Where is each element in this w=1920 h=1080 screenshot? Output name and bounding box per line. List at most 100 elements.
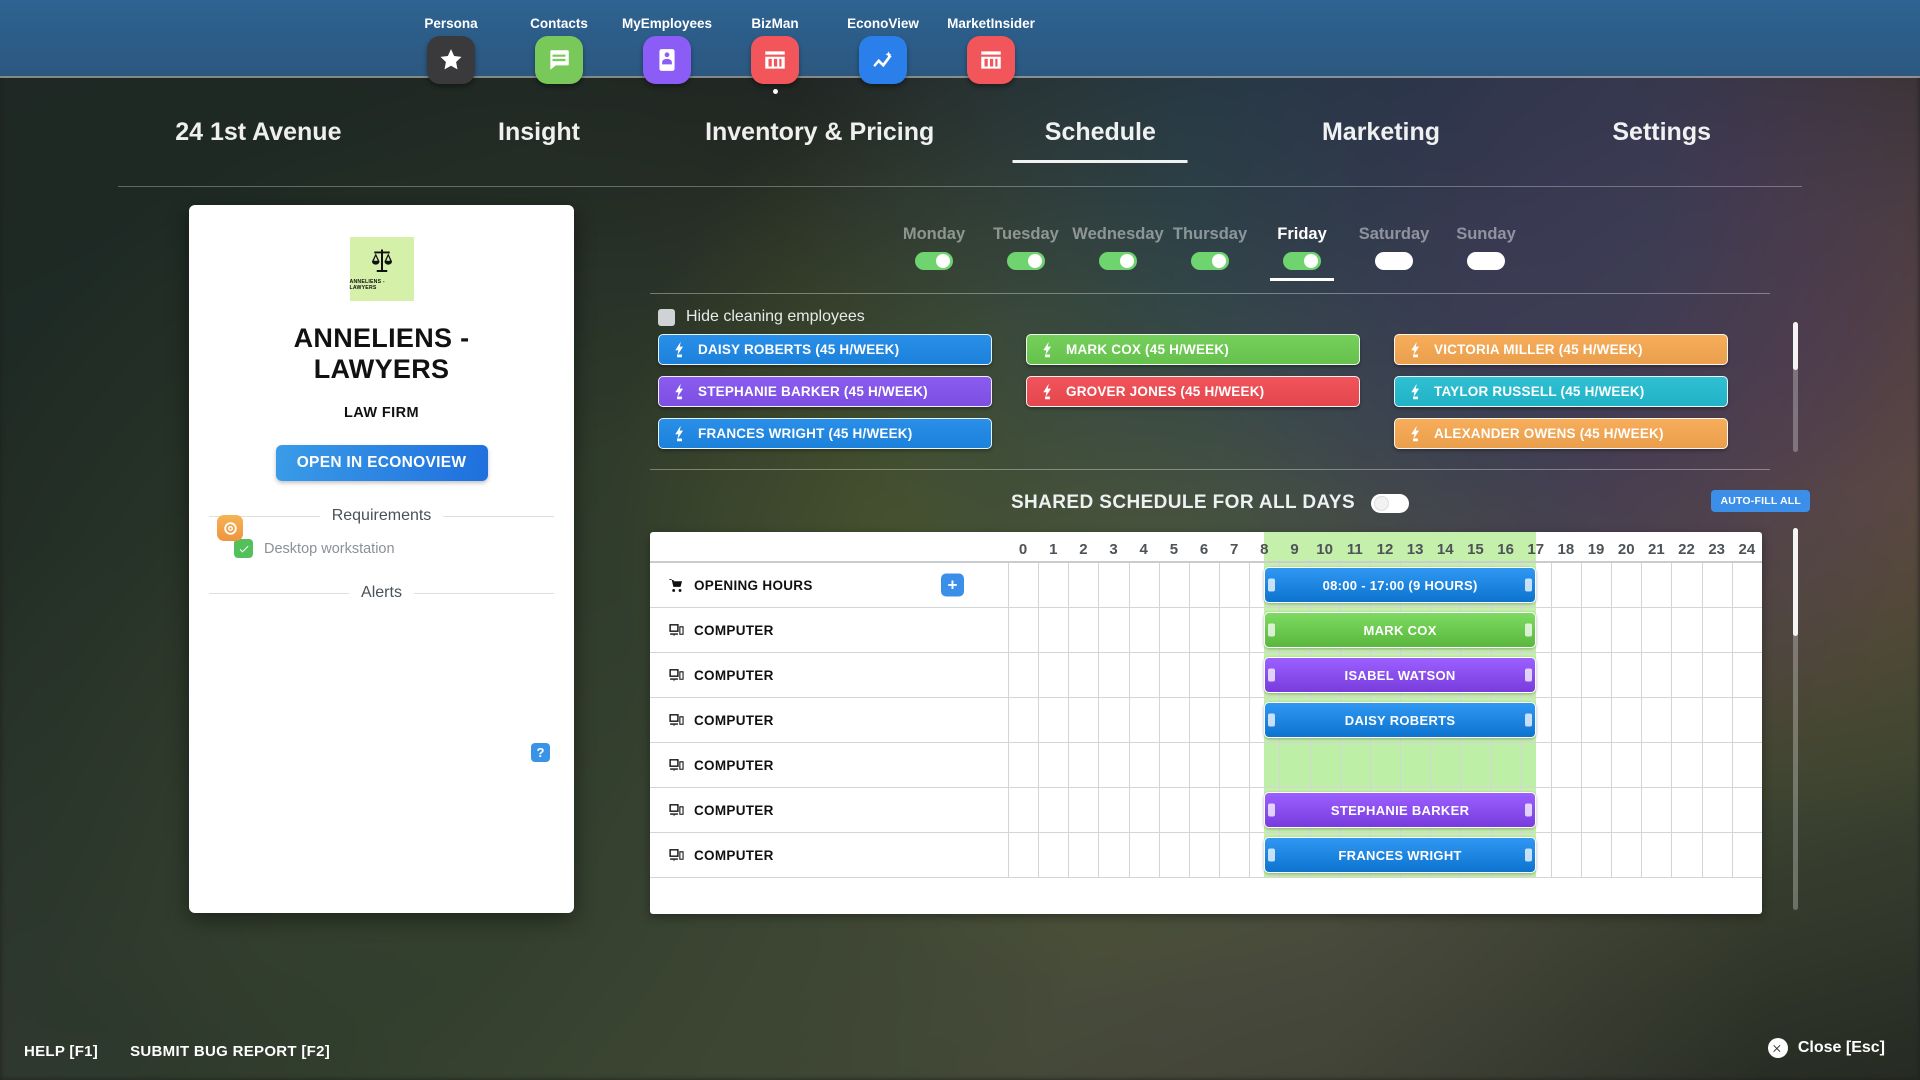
schedule-cell[interactable]: [1731, 833, 1762, 877]
schedule-cell[interactable]: [1611, 608, 1641, 652]
day-enabled-switch[interactable]: [1007, 252, 1045, 270]
day-toggle-thursday[interactable]: Thursday: [1164, 225, 1256, 281]
schedule-cell[interactable]: [1701, 698, 1732, 742]
schedule-cell[interactable]: [1098, 788, 1128, 832]
app-launcher-tile[interactable]: [859, 36, 907, 84]
schedule-cell[interactable]: [1580, 653, 1611, 697]
app-launcher-econoview[interactable]: EconoView: [847, 16, 919, 94]
schedule-cell[interactable]: [1460, 743, 1490, 787]
schedule-cell[interactable]: [1671, 833, 1701, 877]
scrollbar-thumb[interactable]: [1793, 528, 1798, 636]
shift-resize-handle-right[interactable]: [1524, 713, 1532, 727]
shift-resize-handle-right[interactable]: [1524, 848, 1532, 862]
employee-button[interactable]: ALEXANDER OWENS (45 H/WEEK): [1394, 418, 1728, 449]
schedule-cell[interactable]: [1641, 608, 1671, 652]
schedule-grid-scrollbar[interactable]: [1793, 528, 1798, 910]
shift-resize-handle-left[interactable]: [1268, 668, 1276, 682]
shared-schedule-toggle[interactable]: [1371, 493, 1410, 513]
schedule-cell[interactable]: [1249, 743, 1279, 787]
employee-button[interactable]: STEPHANIE BARKER (45 H/WEEK): [658, 376, 992, 407]
app-launcher-tile[interactable]: [751, 36, 799, 84]
app-launcher-tile[interactable]: [967, 36, 1015, 84]
app-launcher-tile[interactable]: [643, 36, 691, 84]
schedule-cell[interactable]: [1701, 743, 1732, 787]
shift-block[interactable]: STEPHANIE BARKER: [1264, 792, 1536, 828]
schedule-cell[interactable]: [1641, 833, 1671, 877]
schedule-cell[interactable]: [1098, 608, 1128, 652]
day-enabled-switch[interactable]: [1283, 252, 1321, 270]
schedule-cell[interactable]: [1219, 788, 1249, 832]
tab-marketing[interactable]: Marketing: [1241, 118, 1522, 163]
day-enabled-switch[interactable]: [1467, 252, 1505, 270]
tab-24-1st-avenue[interactable]: 24 1st Avenue: [118, 118, 399, 163]
app-launcher-contacts[interactable]: Contacts: [528, 16, 590, 94]
schedule-cell[interactable]: [1038, 608, 1068, 652]
schedule-cell[interactable]: [1701, 653, 1732, 697]
close-button[interactable]: Close [Esc]: [1767, 1038, 1885, 1058]
schedule-cell[interactable]: [1701, 833, 1732, 877]
schedule-cell[interactable]: [1580, 788, 1611, 832]
schedule-cell[interactable]: [1158, 788, 1189, 832]
schedule-cell[interactable]: [1641, 788, 1671, 832]
employee-list-scrollbar[interactable]: [1793, 322, 1798, 452]
schedule-cell[interactable]: [1580, 608, 1611, 652]
shift-block[interactable]: DAISY ROBERTS: [1264, 702, 1536, 738]
employee-button[interactable]: DAISY ROBERTS (45 H/WEEK): [658, 334, 992, 365]
schedule-cell[interactable]: [1701, 563, 1732, 607]
schedule-cell[interactable]: [1038, 563, 1068, 607]
app-launcher-marketinsider[interactable]: MarketInsider: [947, 16, 1035, 94]
schedule-cell[interactable]: [1550, 563, 1581, 607]
schedule-cell[interactable]: [1580, 743, 1611, 787]
schedule-cell[interactable]: [1219, 608, 1249, 652]
schedule-cell[interactable]: [1008, 833, 1038, 877]
schedule-cell[interactable]: [1008, 743, 1038, 787]
app-launcher-tile[interactable]: [535, 36, 583, 84]
schedule-cell[interactable]: [1068, 698, 1098, 742]
schedule-cell[interactable]: [1701, 788, 1732, 832]
schedule-cell[interactable]: [1400, 743, 1430, 787]
schedule-cell[interactable]: [1731, 608, 1762, 652]
employee-button[interactable]: GROVER JONES (45 H/WEEK): [1026, 376, 1360, 407]
schedule-cell[interactable]: [1219, 743, 1249, 787]
schedule-cell[interactable]: [1550, 608, 1581, 652]
schedule-cell[interactable]: [1490, 743, 1521, 787]
employee-button[interactable]: VICTORIA MILLER (45 H/WEEK): [1394, 334, 1728, 365]
schedule-cell[interactable]: [1098, 833, 1128, 877]
schedule-cell[interactable]: [1641, 653, 1671, 697]
shift-resize-handle-left[interactable]: [1268, 848, 1276, 862]
schedule-cell[interactable]: [1671, 743, 1701, 787]
schedule-cell[interactable]: [1008, 608, 1038, 652]
schedule-cell[interactable]: [1219, 833, 1249, 877]
schedule-cell[interactable]: [1339, 743, 1370, 787]
schedule-cell[interactable]: [1068, 833, 1098, 877]
schedule-cell[interactable]: [1580, 833, 1611, 877]
schedule-cell[interactable]: [1128, 788, 1159, 832]
schedule-cell[interactable]: [1158, 608, 1189, 652]
schedule-cell[interactable]: [1641, 698, 1671, 742]
schedule-cell[interactable]: [1158, 698, 1189, 742]
schedule-cell[interactable]: [1128, 698, 1159, 742]
app-launcher-bizman[interactable]: BizMan: [744, 16, 806, 94]
open-in-econoview-button[interactable]: OPEN IN ECONOVIEW: [275, 445, 488, 482]
schedule-cell[interactable]: [1550, 653, 1581, 697]
schedule-cell[interactable]: [1430, 743, 1460, 787]
schedule-cell[interactable]: [1128, 743, 1159, 787]
schedule-cell[interactable]: [1158, 653, 1189, 697]
tab-schedule[interactable]: Schedule: [960, 118, 1241, 163]
schedule-cell[interactable]: [1731, 563, 1762, 607]
shift-resize-handle-left[interactable]: [1268, 803, 1276, 817]
schedule-cell[interactable]: [1098, 563, 1128, 607]
schedule-cell[interactable]: [1611, 653, 1641, 697]
schedule-cell[interactable]: [1731, 698, 1762, 742]
schedule-cell[interactable]: [1671, 788, 1701, 832]
schedule-cell[interactable]: [1188, 563, 1219, 607]
shift-resize-handle-left[interactable]: [1268, 578, 1276, 592]
day-enabled-switch[interactable]: [1191, 252, 1229, 270]
shift-block[interactable]: MARK COX: [1264, 612, 1536, 648]
schedule-cell[interactable]: [1219, 563, 1249, 607]
schedule-cell[interactable]: [1068, 563, 1098, 607]
schedule-cell[interactable]: [1158, 563, 1189, 607]
schedule-cell[interactable]: [1068, 788, 1098, 832]
schedule-cell[interactable]: [1550, 833, 1581, 877]
schedule-cell[interactable]: [1188, 788, 1219, 832]
